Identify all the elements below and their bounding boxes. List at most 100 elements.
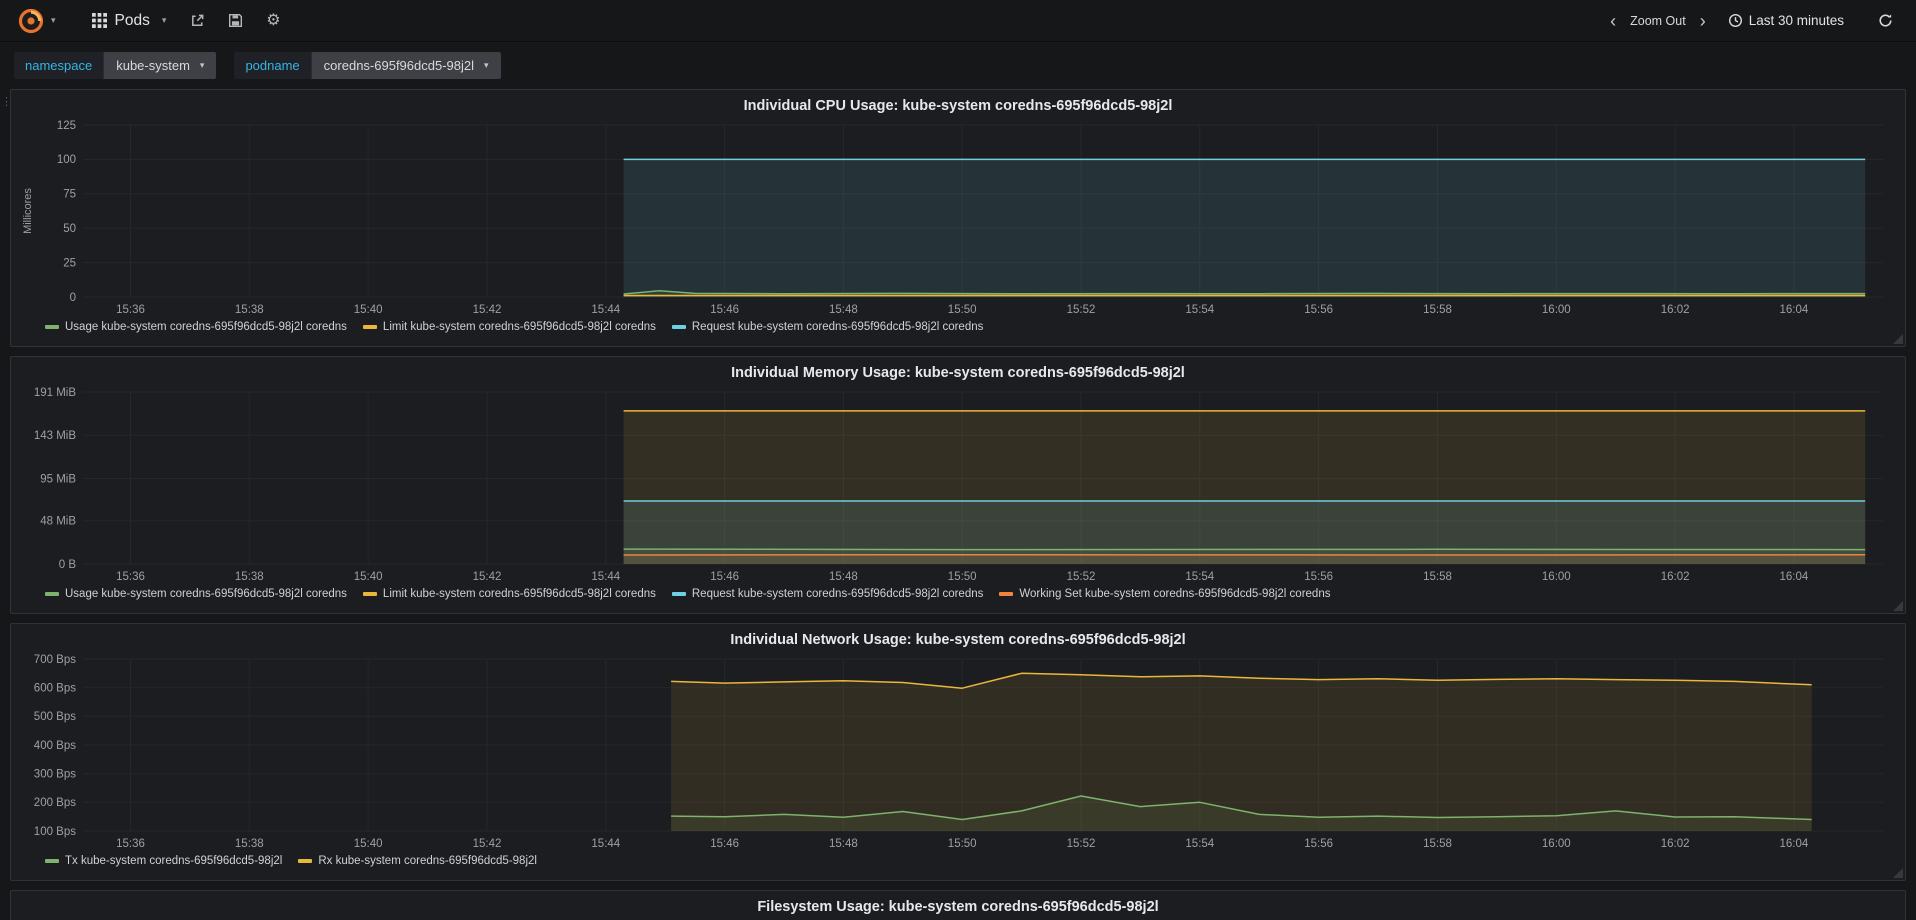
panel-title[interactable]: Individual Network Usage: kube-system co… xyxy=(19,629,1897,653)
svg-text:15:48: 15:48 xyxy=(829,304,858,316)
svg-text:16:00: 16:00 xyxy=(1542,571,1571,583)
svg-text:16:02: 16:02 xyxy=(1661,571,1690,583)
memory-chart-legend: Usage kube-system coredns-695f96dcd5-98j… xyxy=(45,588,1897,600)
svg-text:15:58: 15:58 xyxy=(1423,304,1452,316)
svg-text:15:52: 15:52 xyxy=(1067,304,1096,316)
panel-title[interactable]: Individual Memory Usage: kube-system cor… xyxy=(19,362,1897,386)
svg-text:16:00: 16:00 xyxy=(1542,838,1571,850)
svg-text:Millicores: Millicores xyxy=(22,188,34,234)
series-name: Usage kube-system coredns-695f96dcd5-98j… xyxy=(65,588,347,600)
series-color-dash-icon xyxy=(362,325,377,329)
svg-text:15:38: 15:38 xyxy=(235,571,264,583)
series-name: Limit kube-system coredns-695f96dcd5-98j… xyxy=(382,321,656,333)
podname-dropdown[interactable]: coredns-695f96dcd5-98j2l ▾ xyxy=(310,52,501,79)
dashboard-picker[interactable]: Pods ▾ xyxy=(82,6,177,36)
svg-text:191 MiB: 191 MiB xyxy=(34,387,77,399)
panel-title[interactable]: Filesystem Usage: kube-system coredns-69… xyxy=(19,896,1897,920)
memory-chart-canvas[interactable]: 0 B 48 MiB 95 MiB 143 MiB 191 MiB 15:36 15:38 1… xyxy=(19,386,1897,584)
series-color-dash-icon xyxy=(999,592,1014,596)
svg-text:15:58: 15:58 xyxy=(1423,838,1452,850)
svg-text:15:36: 15:36 xyxy=(116,304,145,316)
time-shift-back-button[interactable]: ‹ xyxy=(1606,12,1620,30)
panel-resize-handle[interactable] xyxy=(1893,868,1903,878)
svg-text:15:46: 15:46 xyxy=(710,838,739,850)
legend-item[interactable]: Limit kube-system coredns-695f96dcd5-98j… xyxy=(362,588,656,600)
svg-text:600 Bps: 600 Bps xyxy=(34,683,76,695)
svg-text:15:54: 15:54 xyxy=(1185,304,1214,316)
panel-title[interactable]: Individual CPU Usage: kube-system coredn… xyxy=(19,95,1897,119)
dashboard-settings-button[interactable]: ⚙ xyxy=(256,6,290,36)
series-color-dash-icon xyxy=(671,592,686,596)
variable-value: kube-system xyxy=(116,58,190,73)
svg-text:200 Bps: 200 Bps xyxy=(34,797,76,809)
svg-text:15:54: 15:54 xyxy=(1185,838,1214,850)
network-chart-canvas[interactable]: 100 Bps 200 Bps 300 Bps 400 Bps 500 Bps 600 B… xyxy=(19,653,1897,851)
variable-label: namespace xyxy=(14,52,104,79)
save-dashboard-button[interactable] xyxy=(218,6,252,36)
legend-item[interactable]: Usage kube-system coredns-695f96dcd5-98j… xyxy=(45,321,347,333)
legend-item[interactable]: Request kube-system coredns-695f96dcd5-9… xyxy=(671,588,984,600)
series-name: Working Set kube-system coredns-695f96dc… xyxy=(1019,588,1331,600)
svg-text:15:52: 15:52 xyxy=(1067,838,1096,850)
variable-namespace: namespace kube-system ▾ xyxy=(14,52,217,79)
svg-text:15:48: 15:48 xyxy=(829,838,858,850)
svg-text:16:02: 16:02 xyxy=(1661,838,1690,850)
svg-text:95 MiB: 95 MiB xyxy=(40,473,76,485)
svg-text:15:50: 15:50 xyxy=(948,838,977,850)
series-name: Usage kube-system coredns-695f96dcd5-98j… xyxy=(65,321,347,333)
svg-text:16:04: 16:04 xyxy=(1780,838,1809,850)
svg-text:16:04: 16:04 xyxy=(1780,304,1809,316)
svg-text:15:48: 15:48 xyxy=(829,571,858,583)
svg-text:300 Bps: 300 Bps xyxy=(34,769,76,781)
svg-text:15:38: 15:38 xyxy=(235,304,264,316)
svg-text:50: 50 xyxy=(63,223,76,235)
share-button[interactable] xyxy=(180,6,214,36)
svg-text:15:46: 15:46 xyxy=(710,571,739,583)
caret-down-icon: ▾ xyxy=(484,60,489,70)
variable-value: coredns-695f96dcd5-98j2l xyxy=(323,58,474,73)
legend-item[interactable]: Rx kube-system coredns-695f96dcd5-98j2l xyxy=(298,855,537,867)
svg-text:15:42: 15:42 xyxy=(473,838,502,850)
legend-item[interactable]: Tx kube-system coredns-695f96dcd5-98j2l xyxy=(45,855,282,867)
svg-text:15:52: 15:52 xyxy=(1067,571,1096,583)
svg-text:0 B: 0 B xyxy=(59,559,77,571)
namespace-dropdown[interactable]: kube-system ▾ xyxy=(103,52,217,79)
svg-text:48 MiB: 48 MiB xyxy=(40,516,76,528)
svg-text:100 Bps: 100 Bps xyxy=(34,826,76,838)
panel-resize-handle[interactable] xyxy=(1893,601,1903,611)
svg-text:15:40: 15:40 xyxy=(354,304,383,316)
series-name: Request kube-system coredns-695f96dcd5-9… xyxy=(691,588,984,600)
legend-item[interactable]: Limit kube-system coredns-695f96dcd5-98j… xyxy=(362,321,656,333)
caret-down-icon: ▾ xyxy=(161,15,167,25)
panel-resize-handle[interactable] xyxy=(1893,334,1903,344)
svg-text:15:54: 15:54 xyxy=(1185,571,1214,583)
svg-text:143 MiB: 143 MiB xyxy=(34,430,77,442)
legend-item[interactable]: Working Set kube-system coredns-695f96dc… xyxy=(999,588,1330,600)
svg-text:15:40: 15:40 xyxy=(354,838,383,850)
grafana-logo-icon xyxy=(18,8,44,34)
panel-cpu-usage: Individual CPU Usage: kube-system coredn… xyxy=(10,89,1906,347)
series-color-dash-icon xyxy=(298,859,313,863)
legend-item[interactable]: Request kube-system coredns-695f96dcd5-9… xyxy=(671,321,983,333)
svg-text:15:42: 15:42 xyxy=(473,571,502,583)
refresh-icon xyxy=(1878,13,1893,28)
template-variables-bar: namespace kube-system ▾ podname coredns-… xyxy=(0,42,1916,87)
svg-text:15:50: 15:50 xyxy=(948,304,977,316)
svg-text:0: 0 xyxy=(70,292,76,304)
refresh-button[interactable] xyxy=(1868,6,1902,36)
svg-text:15:58: 15:58 xyxy=(1423,571,1452,583)
series-color-dash-icon xyxy=(671,325,686,329)
svg-text:15:56: 15:56 xyxy=(1304,304,1333,316)
svg-text:15:38: 15:38 xyxy=(235,838,264,850)
zoom-out-button[interactable]: Zoom Out xyxy=(1630,14,1686,28)
svg-text:15:40: 15:40 xyxy=(354,571,383,583)
cpu-chart-canvas[interactable]: 0 25 50 75 100 125 15:36 15:38 15:40 15:42 15:44 15… xyxy=(19,119,1897,317)
grafana-menu[interactable]: ▾ xyxy=(14,4,60,38)
svg-text:15:56: 15:56 xyxy=(1304,838,1333,850)
svg-text:15:44: 15:44 xyxy=(591,304,620,316)
time-shift-forward-button[interactable]: › xyxy=(1696,12,1710,30)
time-range-picker[interactable]: Last 30 minutes xyxy=(1720,9,1852,32)
legend-item[interactable]: Usage kube-system coredns-695f96dcd5-98j… xyxy=(45,588,347,600)
variable-label: podname xyxy=(234,52,311,79)
dashboard-panels: Individual CPU Usage: kube-system coredn… xyxy=(0,87,1916,920)
